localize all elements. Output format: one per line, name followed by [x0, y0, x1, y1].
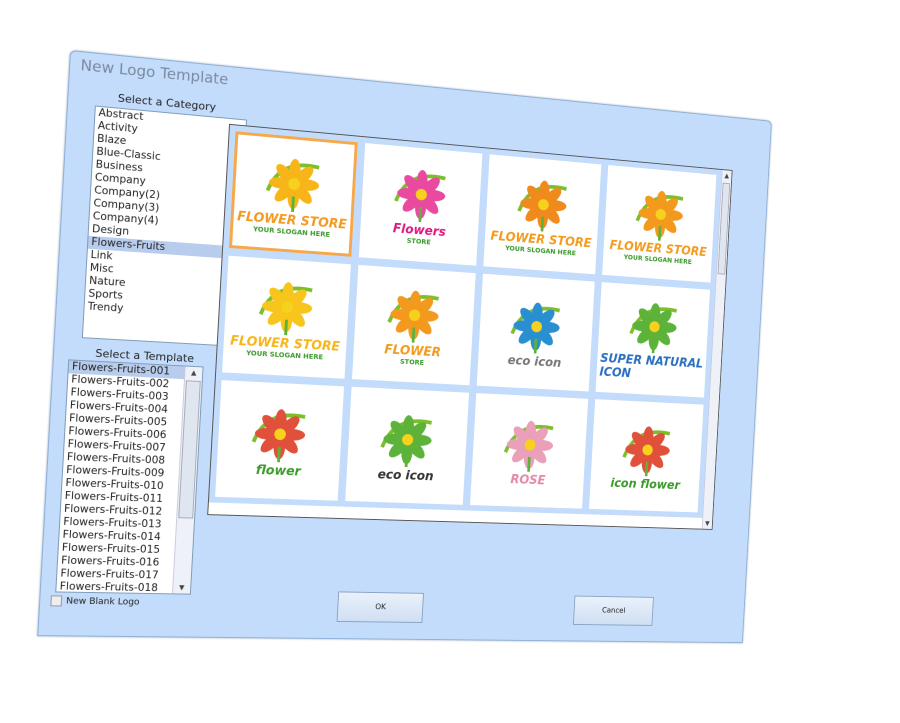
logo-slogan: STORE	[399, 357, 425, 367]
template-preview-grid: FLOWER STORE YOUR SLOGAN HERE Flowers STORE…	[207, 123, 733, 530]
logo-text: FLOWER	[383, 342, 442, 360]
template-list[interactable]: Flowers-Fruits-001 Flowers-Fruits-002 Flow…	[55, 359, 204, 595]
flower-logo-icon	[259, 151, 330, 216]
logo-text: eco icon	[507, 353, 562, 371]
logo-template-tile[interactable]: FLOWER STORE YOUR SLOGAN HERE	[482, 154, 602, 275]
flower-logo-icon	[497, 414, 562, 474]
flower-logo-icon	[623, 297, 686, 357]
flower-logo-icon	[387, 162, 455, 226]
logo-template-tile[interactable]: flower	[215, 380, 344, 501]
logo-template-tile[interactable]: eco icon	[476, 273, 595, 392]
dialog-title: New Logo Template	[80, 56, 229, 89]
logo-text: flower	[255, 462, 302, 479]
new-blank-logo-label: New Blank Logo	[65, 596, 140, 608]
logo-text: icon flower	[610, 476, 681, 493]
checkbox-box[interactable]	[50, 595, 63, 607]
cancel-button[interactable]: Cancel	[572, 595, 654, 626]
flower-logo-icon	[381, 283, 449, 346]
logo-template-tile[interactable]: FLOWER STORE YOUR SLOGAN HERE	[602, 165, 717, 283]
flower-logo-icon	[245, 402, 316, 465]
flower-logo-icon	[504, 295, 569, 356]
flower-logo-icon	[252, 275, 323, 339]
logo-template-tile[interactable]: ROSE	[469, 393, 589, 509]
logo-template-tile[interactable]: Flowers STORE	[358, 142, 482, 266]
logo-template-tile[interactable]: icon flower	[589, 399, 704, 513]
logo-template-tile[interactable]: FLOWER STORE YOUR SLOGAN HERE	[229, 131, 358, 257]
ok-button[interactable]: OK	[336, 591, 424, 623]
flower-logo-icon	[511, 173, 576, 235]
logo-text: eco icon	[377, 467, 434, 484]
logo-template-tile[interactable]: FLOWER STORE	[351, 264, 476, 386]
flower-logo-icon	[616, 420, 679, 479]
template-item[interactable]: Flowers-Fruits-018	[56, 580, 190, 595]
flower-logo-icon	[374, 408, 442, 469]
logo-template-tile[interactable]: FLOWER STORE YOUR SLOGAN HERE	[222, 255, 351, 379]
flower-logo-icon	[629, 183, 692, 244]
logo-text: SUPER NATURAL ICON	[599, 351, 704, 381]
new-blank-logo-checkbox[interactable]: New Blank Logo	[50, 595, 140, 608]
logo-text: ROSE	[510, 472, 546, 488]
logo-template-tile[interactable]: eco icon	[344, 386, 469, 505]
new-logo-template-dialog: New Logo Template Select a Category Abst…	[37, 50, 772, 644]
logo-slogan: STORE	[406, 236, 431, 246]
logo-template-tile[interactable]: SUPER NATURAL ICON	[595, 282, 710, 398]
